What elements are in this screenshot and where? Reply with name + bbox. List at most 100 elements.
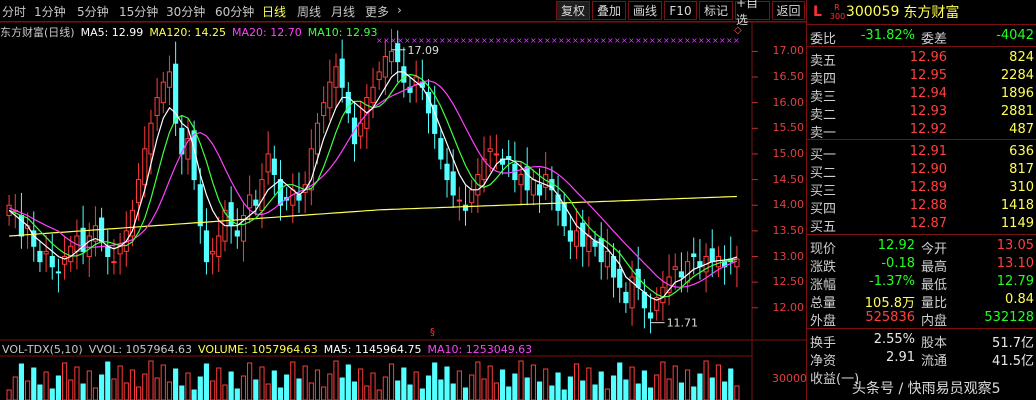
candle-body xyxy=(148,122,154,155)
candle-body xyxy=(647,312,654,319)
signal-marker: × xyxy=(663,36,670,45)
candle-body xyxy=(715,256,721,268)
volume-bar xyxy=(549,385,555,400)
ask-row: 卖四 12.95 2284 xyxy=(810,68,1034,87)
toolbar-button-0[interactable]: 复权 xyxy=(556,1,590,20)
candle-body xyxy=(228,202,234,227)
volume-bar xyxy=(395,380,401,400)
ma-legend-item: MA5: 12.99 xyxy=(80,26,144,39)
toolbar-button-6[interactable]: 返回 xyxy=(772,1,805,20)
candle-body xyxy=(524,166,530,191)
period-tab-3[interactable]: 15分钟 xyxy=(119,3,158,20)
toolbar-button-3[interactable]: F10 xyxy=(664,1,697,20)
watermark: 头条号 / 快雨易员观察5 xyxy=(852,381,1001,397)
stock-header: L R 300 300059 东方财富 xyxy=(807,0,1036,24)
signal-marker: × xyxy=(712,36,719,45)
volume-bar xyxy=(499,369,506,400)
volume-bar xyxy=(49,388,55,400)
volume-bar xyxy=(12,376,18,400)
volume-bar xyxy=(160,364,166,400)
margin-badge: R 300 xyxy=(829,3,846,21)
toolbar-button-5[interactable]: +自选 xyxy=(735,0,770,27)
candle-body xyxy=(308,148,314,191)
order-diff-value: -4042 xyxy=(996,28,1034,43)
toolbar-button-4[interactable]: 标记 xyxy=(699,1,733,20)
volume-bar xyxy=(407,384,413,400)
candle-body xyxy=(142,148,148,186)
quote-stat-row: 外盘 525836 内盘 532128 xyxy=(810,310,1034,329)
candle-body xyxy=(290,189,296,206)
volume-bar xyxy=(191,389,197,400)
period-tab-1[interactable]: 1分钟 xyxy=(34,3,66,20)
candle-body xyxy=(197,184,203,227)
volume-bar xyxy=(105,361,111,400)
quote-panel: L R 300 300059 东方财富 委比 -31.82% 委差 -4042 卖… xyxy=(806,0,1036,400)
kline-chart[interactable]: × × × × × × × × × × × × × × × × × × × × × × × × × × × × × × × × × × × × × × × ×… xyxy=(0,0,806,400)
volume-bar xyxy=(321,386,327,400)
signal-marker: × xyxy=(691,36,698,45)
ask-row: 卖一 12.92 487 xyxy=(810,122,1034,141)
candle-body xyxy=(376,71,382,81)
volume-bar xyxy=(493,382,499,400)
signal-marker: × xyxy=(474,36,481,45)
price-tick-label: 12.50 xyxy=(772,275,805,289)
volume-bar xyxy=(536,381,543,400)
candle-body xyxy=(62,256,68,265)
toolbar-button-1[interactable]: 叠加 xyxy=(592,1,626,20)
candle-body xyxy=(210,250,216,255)
volume-bar xyxy=(358,368,364,400)
volume-legend-item: VOL-TDX(5,10) xyxy=(2,343,83,356)
ma-legend-item: MA10: 12.93 xyxy=(307,26,378,39)
volume-bar xyxy=(129,369,136,400)
signal-marker: × xyxy=(530,36,537,45)
candle-body xyxy=(43,250,49,255)
signal-marker: × xyxy=(635,36,642,45)
candle-body xyxy=(469,189,475,204)
bid-row: 买四 12.88 1418 xyxy=(810,198,1034,217)
candle-body xyxy=(154,97,160,116)
volume-bar xyxy=(697,373,703,400)
volume-bar xyxy=(148,360,154,400)
candle-body xyxy=(37,250,43,263)
price-tick-label: 13.00 xyxy=(772,249,805,263)
candle-body xyxy=(18,214,25,237)
candle-body xyxy=(55,271,62,274)
chevron-right-icon[interactable]: › xyxy=(397,3,402,17)
high-label: 17.09 xyxy=(408,44,440,57)
volume-legend-item: VOLUME: 1057964.63 xyxy=(198,343,318,356)
candle-body xyxy=(105,245,111,258)
signal-marker: × xyxy=(670,36,677,45)
volume-bar xyxy=(216,367,222,400)
candle-body xyxy=(641,291,647,309)
candle-body xyxy=(444,163,450,181)
volume-bar xyxy=(481,378,487,400)
price-tick-label: 16.00 xyxy=(772,95,805,109)
candle-body xyxy=(49,256,55,268)
volume-bar xyxy=(327,373,333,400)
period-tab-4[interactable]: 30分钟 xyxy=(166,3,205,20)
period-tab-6[interactable]: 日线 xyxy=(262,3,286,20)
volume-bar xyxy=(185,372,191,400)
period-tab-8[interactable]: 月线 xyxy=(331,3,355,20)
candle-body xyxy=(438,138,444,160)
signal-marker: × xyxy=(600,36,607,45)
bid-row: 买三 12.89 310 xyxy=(810,180,1034,199)
period-tab-9[interactable]: 更多 xyxy=(365,3,389,20)
volume-bar xyxy=(413,371,419,400)
period-tab-5[interactable]: 60分钟 xyxy=(215,3,254,20)
price-tick-label: 17.00 xyxy=(772,44,805,58)
candle-body xyxy=(518,173,524,186)
bid-row: 买二 12.90 817 xyxy=(810,162,1034,181)
period-tab-7[interactable]: 周线 xyxy=(297,3,321,20)
period-tab-0[interactable]: 分时 xyxy=(2,3,26,20)
volume-bar xyxy=(92,387,99,400)
toolbar-button-2[interactable]: 画线 xyxy=(628,1,662,20)
volume-bar xyxy=(25,380,31,400)
period-tab-2[interactable]: 5分钟 xyxy=(77,3,109,20)
volume-bar xyxy=(641,370,647,400)
volume-bar xyxy=(240,375,247,400)
price-tick-label: 14.50 xyxy=(772,172,805,186)
volume-bar xyxy=(444,366,450,400)
signal-marker: × xyxy=(572,36,579,45)
signal-marker: × xyxy=(502,36,509,45)
